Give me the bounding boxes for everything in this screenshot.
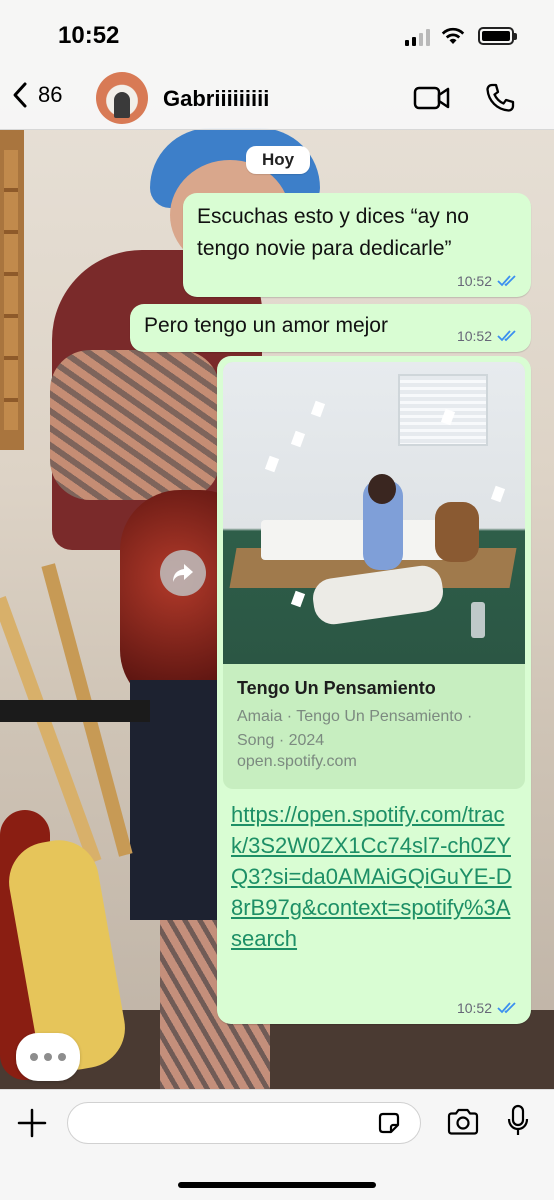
preview-title: Tengo Un Pensamiento [237, 678, 436, 698]
microphone-icon[interactable] [506, 1104, 530, 1138]
preview-subtitle: Amaia · Tengo Un Pensamiento · Song · 20… [237, 708, 473, 749]
wallpaper-shelf [0, 130, 24, 450]
status-time: 10:52 [58, 22, 120, 49]
message-bubble-outgoing[interactable]: Tengo Un Pensamiento Amaia · Tengo Un Pe… [217, 356, 531, 1024]
cover-vase [471, 602, 485, 638]
cover-hair [368, 474, 396, 504]
chevron-left-icon [13, 82, 27, 108]
contact-name[interactable]: Gabriiiiiiiii [163, 86, 269, 112]
wifi-icon [441, 27, 465, 44]
message-time: 10:52 [456, 273, 492, 289]
battery-fill [482, 31, 510, 41]
sticker-icon[interactable] [376, 1110, 402, 1136]
cover-paper [264, 455, 280, 473]
cover-bed [261, 520, 461, 560]
plus-icon[interactable] [17, 1108, 47, 1138]
message-meta: 10:52 [457, 1000, 517, 1016]
typing-dot [58, 1053, 66, 1061]
chat-header: 86 Gabriiiiiiiii [0, 70, 554, 130]
message-input-bar [0, 1089, 554, 1200]
camera-icon[interactable] [446, 1108, 480, 1136]
cover-window [398, 374, 488, 446]
typing-dot [44, 1053, 52, 1061]
album-cover-image [223, 362, 525, 664]
message-meta: 10:52 [457, 273, 517, 289]
cover-dog [435, 502, 479, 562]
forward-button[interactable] [160, 550, 206, 596]
unread-count: 86 [38, 82, 63, 107]
forward-arrow-icon [173, 564, 193, 582]
video-call-icon[interactable] [413, 84, 451, 112]
wallpaper-guitar-stand [0, 700, 150, 722]
link-preview-text: Tengo Un Pensamiento Amaia · Tengo Un Pe… [223, 664, 525, 785]
status-bar: 10:52 [0, 0, 554, 70]
message-meta: 10:52 [457, 328, 517, 344]
date-divider: Hoy [246, 146, 310, 174]
read-receipt-icon [497, 275, 516, 287]
message-bubble-outgoing[interactable]: Escuchas esto y dices “ay no tengo novie… [183, 193, 531, 297]
home-indicator [178, 1182, 376, 1188]
cover-paper [290, 430, 306, 448]
message-time: 10:52 [456, 328, 492, 344]
read-receipt-icon [497, 1002, 516, 1014]
contact-avatar[interactable] [96, 72, 148, 124]
phone-icon[interactable] [484, 82, 516, 114]
preview-domain: open.spotify.com [237, 753, 357, 770]
wallpaper-arm [50, 350, 220, 500]
typing-indicator [16, 1033, 80, 1081]
message-input[interactable] [67, 1102, 421, 1144]
typing-dot [30, 1053, 38, 1061]
read-receipt-icon [497, 330, 516, 342]
message-text: Escuchas esto y dices “ay no tengo novie… [197, 205, 469, 260]
cover-paper [310, 400, 326, 418]
message-bubble-outgoing[interactable]: Pero tengo un amor mejor 10:52 [130, 304, 531, 352]
cellular-signal-icon [405, 28, 430, 46]
battery-icon [478, 27, 517, 45]
spotify-link[interactable]: https://open.spotify.com/track/3S2W0ZX1C… [231, 799, 517, 954]
message-time: 10:52 [456, 1000, 492, 1016]
link-preview-card[interactable]: Tengo Un Pensamiento Amaia · Tengo Un Pe… [223, 362, 525, 789]
cover-paper [490, 485, 506, 503]
back-button[interactable]: 86 [10, 80, 62, 110]
cover-paper [290, 590, 306, 608]
